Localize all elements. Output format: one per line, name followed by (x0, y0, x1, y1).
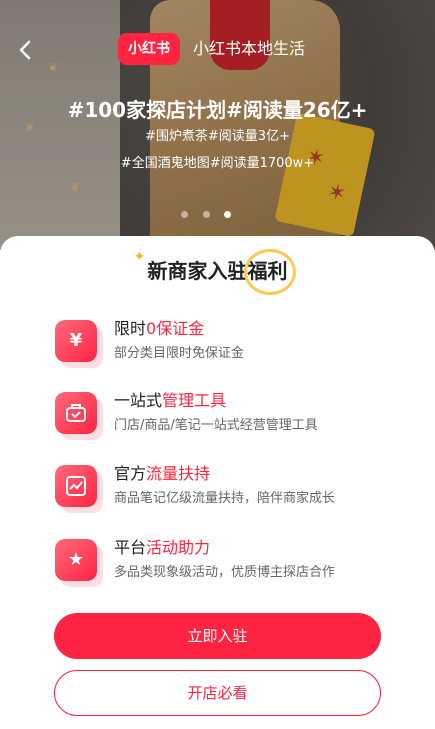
trend-icon (55, 465, 97, 507)
benefit-desc: 部分类目限时免保证金 (114, 346, 245, 361)
benefit-title: 一站式管理工具 (114, 390, 226, 412)
benefit-title-prefix: 平台 (114, 538, 147, 557)
benefit-item-traffic: 官方流量扶持 商品笔记亿级流量扶持，陪伴商家成长 (55, 463, 395, 523)
app-logo: 小红书 (118, 33, 180, 65)
benefit-desc: 门店/商品/笔记一站式经营管理工具 (114, 418, 318, 433)
benefit-title-highlight: 活动助力 (146, 538, 211, 557)
benefits-title-wrap: ✦ 新商家入驻福利 (0, 249, 435, 295)
toolbox-svg (66, 404, 86, 422)
benefit-title-highlight: 流量扶持 (146, 464, 211, 483)
back-button[interactable] (14, 38, 38, 62)
trend-svg (66, 476, 86, 496)
title-highlight-circle (243, 249, 296, 295)
page-title: 小红书本地生活 (193, 39, 306, 58)
benefit-title-highlight: 管理工具 (162, 391, 227, 410)
benefit-title-prefix: 限时 (114, 319, 147, 338)
toolbox-icon (55, 392, 97, 434)
banner-headline: #100家探店计划#阅读量26亿+ (67, 98, 368, 122)
sparkle-icon: ✦ (133, 249, 146, 265)
benefit-title-highlight: 0保证金 (146, 319, 205, 338)
benefits-title: ✦ 新商家入驻福利 (134, 249, 296, 295)
benefit-desc: 商品笔记亿级流量扶持，陪伴商家成长 (114, 491, 336, 506)
join-now-button[interactable]: 立即入驻 (54, 613, 381, 659)
carousel-dot-active[interactable] (224, 211, 231, 218)
benefit-desc: 多品类现象级活动，优质博主探店合作 (114, 565, 336, 580)
banner-tag-line-2: #全国酒鬼地图#阅读量1700w+ (120, 156, 315, 171)
benefit-title: 平台活动助力 (114, 537, 210, 559)
benefit-title: 限时0保证金 (114, 318, 204, 340)
carousel-dot[interactable] (203, 211, 210, 218)
yen-icon: ¥ (55, 320, 97, 362)
benefit-title-prefix: 一站式 (114, 391, 163, 410)
hero-banner-image: ✶ ✶ ❦ ❦ ❦ 小红书 小红书本地生活 #100家探店计划#阅读量26亿+ … (0, 0, 435, 250)
store-guide-button[interactable]: 开店必看 (54, 670, 381, 716)
star-badge-icon: ★ (55, 539, 97, 581)
carousel-indicator (181, 211, 261, 221)
benefit-title-prefix: 官方 (114, 464, 147, 483)
carousel-dot[interactable] (181, 211, 188, 218)
banner-tag-line-1: #围炉煮茶#阅读量3亿+ (145, 129, 290, 144)
benefit-item-deposit: ¥ 限时0保证金 部分类目限时免保证金 (55, 318, 395, 378)
benefit-title: 官方流量扶持 (114, 463, 210, 485)
benefit-item-activity: ★ 平台活动助力 多品类现象级活动，优质博主探店合作 (55, 537, 395, 597)
benefit-item-tools: 一站式管理工具 门店/商品/笔记一站式经营管理工具 (55, 390, 395, 450)
chevron-left-icon (19, 40, 31, 60)
